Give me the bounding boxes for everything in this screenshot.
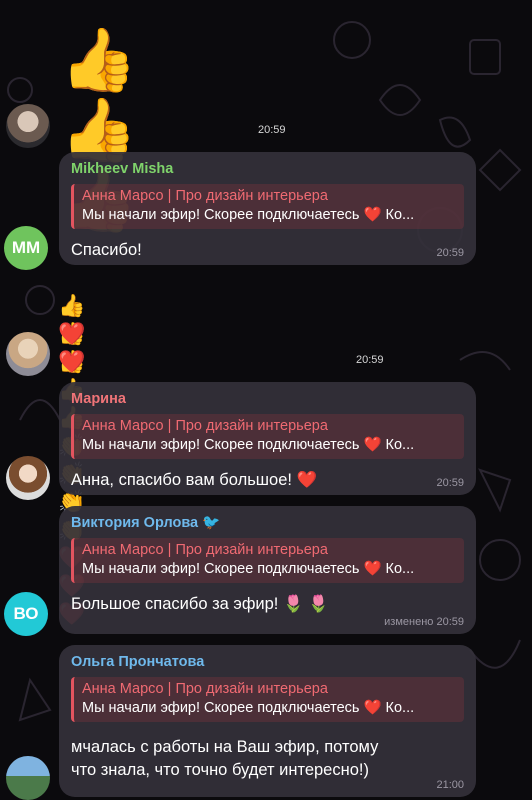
avatar[interactable]	[6, 756, 50, 800]
reply-title: Анна Марсо | Про дизайн интерьера	[82, 188, 328, 204]
reply-preview[interactable]: Анна Марсо | Про дизайн интерьера Мы нач…	[71, 538, 464, 583]
reply-preview[interactable]: Анна Марсо | Про дизайн интерьера Мы нач…	[71, 184, 464, 229]
sender-name[interactable]: Mikheev Misha	[71, 160, 464, 178]
message-text: Анна, спасибо вам большое! ❤️	[71, 471, 318, 489]
avatar[interactable]: ВО	[4, 592, 48, 636]
sender-name[interactable]: Марина	[71, 390, 464, 408]
avatar[interactable]	[6, 332, 50, 376]
sender-name[interactable]: Ольга Прончатова	[71, 653, 464, 671]
message-time: 20:59	[258, 124, 286, 136]
message-text-line-1: мчалась с работы на Ваш эфир, потому	[71, 738, 379, 756]
avatar-initials: MM	[11, 238, 41, 257]
reply-title: Анна Марсо | Про дизайн интерьера	[82, 681, 328, 697]
message-text: Спасибо!	[71, 241, 142, 259]
reply-text: Мы начали эфир! Скорее подключаетесь ❤️ …	[82, 561, 415, 577]
message-bubble[interactable]: Марина Анна Марсо | Про дизайн интерьера…	[59, 382, 476, 495]
reply-preview[interactable]: Анна Марсо | Про дизайн интерьера Мы нач…	[71, 677, 464, 722]
message-time: изменено 20:59	[384, 616, 464, 628]
message-time: 20:59	[436, 247, 464, 259]
reply-text: Мы начали эфир! Скорее подключаетесь ❤️ …	[82, 700, 415, 716]
reply-text: Мы начали эфир! Скорее подключаетесь ❤️ …	[82, 207, 415, 223]
message-text: Большое спасибо за эфир! 🌷 🌷	[71, 595, 329, 613]
message-text-line-2: что знала, что точно будет интересно!)	[71, 761, 369, 779]
reply-title: Анна Марсо | Про дизайн интерьера	[82, 542, 328, 558]
sender-name[interactable]: Виктория Орлова 🐦	[71, 514, 464, 532]
avatar[interactable]	[6, 104, 50, 148]
message-bubble[interactable]: Ольга Прончатова Анна Марсо | Про дизайн…	[59, 645, 476, 797]
message-time: 20:59	[436, 477, 464, 489]
emoji-message-line-2: ❤️❤️	[58, 321, 86, 374]
reply-title: Анна Марсо | Про дизайн интерьера	[82, 418, 328, 434]
avatar-initials: ВО	[13, 604, 39, 623]
reply-text: Мы начали эфир! Скорее подключаетесь ❤️ …	[82, 437, 415, 453]
avatar[interactable]	[6, 456, 50, 500]
message-time: 20:59	[356, 354, 384, 366]
message-bubble[interactable]: Mikheev Misha Анна Марсо | Про дизайн ин…	[59, 152, 476, 265]
message-bubble[interactable]: Виктория Орлова 🐦 Анна Марсо | Про дизай…	[59, 506, 476, 634]
avatar[interactable]: MM	[4, 226, 48, 270]
reply-preview[interactable]: Анна Марсо | Про дизайн интерьера Мы нач…	[71, 414, 464, 459]
message-time: 21:00	[436, 779, 464, 791]
